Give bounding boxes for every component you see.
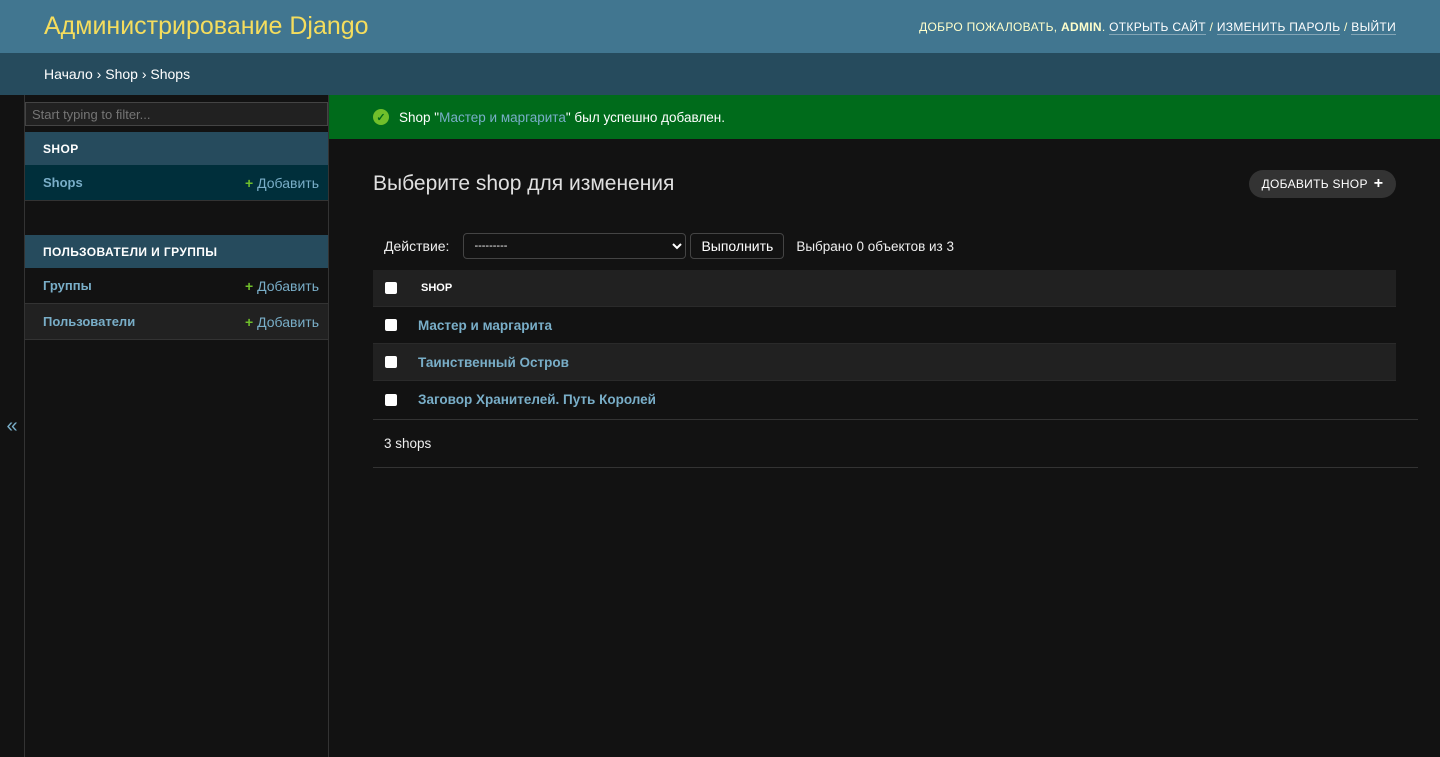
- table-row: Таинственный Остров: [373, 344, 1396, 381]
- add-link[interactable]: + Добавить: [245, 314, 319, 330]
- caption-label: Shop: [43, 141, 79, 156]
- table-row: Заговор Хранителей. Путь Королей: [373, 381, 1396, 418]
- selection-counter: Выбрано 0 объектов из 3: [796, 238, 955, 254]
- username: admin: [1061, 19, 1102, 34]
- site-title[interactable]: Администрирование Django: [44, 12, 369, 41]
- run-action-button[interactable]: Выполнить: [690, 233, 785, 259]
- add-link[interactable]: + Добавить: [245, 175, 319, 191]
- divider: [373, 467, 1418, 468]
- sidebar-item-users[interactable]: Пользователи + Добавить: [25, 304, 328, 340]
- paginator-count: 3 shops: [384, 436, 432, 451]
- sidebar: Shop Shops +Добавить Пользователи и груп…: [25, 95, 329, 757]
- action-select[interactable]: ---------: [463, 233, 687, 259]
- model-link[interactable]: Shops: [43, 175, 83, 190]
- breadcrumb-app[interactable]: Shop: [105, 66, 138, 82]
- column-header-shop[interactable]: Shop: [421, 282, 452, 294]
- check-circle-icon: ✓: [373, 109, 389, 125]
- row-link[interactable]: Таинственный Остров: [418, 355, 569, 370]
- breadcrumb-home[interactable]: Начало: [44, 66, 93, 82]
- sidebar-item-shops[interactable]: Shops + Добавить: [25, 165, 328, 201]
- sidebar-item-groups[interactable]: Группы + Добавить: [25, 268, 328, 304]
- sidebar-toggle-button[interactable]: «: [0, 95, 25, 757]
- message-prefix: Shop ": [399, 109, 440, 125]
- row-link[interactable]: Мастер и маргарита: [418, 318, 552, 333]
- breadcrumb: Начало › Shop › Shops: [0, 53, 1440, 95]
- breadcrumb-current: Shops: [150, 66, 191, 82]
- plus-icon: +: [244, 277, 254, 294]
- add-label: Добавить: [257, 174, 319, 191]
- plus-icon: +: [244, 313, 254, 330]
- view-site-link[interactable]: Открыть сайт: [1109, 19, 1206, 35]
- select-all-checkbox[interactable]: [385, 282, 397, 294]
- welcome-text: Добро пожаловать,: [919, 19, 1058, 34]
- plus-icon: +: [1373, 175, 1384, 192]
- model-link[interactable]: Группы: [43, 278, 92, 293]
- row-link[interactable]: Заговор Хранителей. Путь Королей: [418, 392, 656, 407]
- user-tools: Добро пожаловать, admin. Открыть сайт / …: [919, 19, 1396, 35]
- add-link[interactable]: + Добавить: [245, 278, 319, 294]
- table-row: Мастер и маргарита: [373, 307, 1396, 344]
- action-label: Действие:: [384, 238, 450, 254]
- add-label: Добавить: [257, 313, 319, 330]
- table-header: Shop: [373, 270, 1396, 307]
- model-link[interactable]: Пользователи: [43, 314, 135, 329]
- row-checkbox[interactable]: [385, 393, 397, 406]
- header: Администрирование Django Добро пожаловат…: [0, 0, 1440, 53]
- add-shop-button[interactable]: Добавить shop +: [1249, 170, 1396, 198]
- caption-label: Пользователи и группы: [43, 244, 218, 259]
- app-caption-shop[interactable]: Shop: [25, 132, 328, 165]
- sidebar-filter-input[interactable]: [25, 102, 328, 126]
- add-label: Добавить: [257, 277, 319, 294]
- app-caption-auth[interactable]: Пользователи и группы: [25, 235, 328, 268]
- message-suffix: " был успешно добавлен.: [565, 109, 725, 125]
- row-checkbox[interactable]: [385, 356, 397, 368]
- divider: [373, 419, 1418, 420]
- page-title: Выберите shop для изменения: [373, 172, 675, 195]
- change-password-link[interactable]: Изменить пароль: [1216, 19, 1341, 35]
- success-message: ✓ Shop " Мастер и маргарита " был успешно …: [329, 95, 1440, 139]
- add-shop-label: Добавить shop: [1261, 177, 1368, 191]
- actions-bar: Действие: --------- Выполнить Выбрано 0 …: [384, 233, 954, 259]
- message-object-link[interactable]: Мастер и маргарита: [439, 110, 566, 125]
- logout-link[interactable]: Выйти: [1351, 19, 1396, 35]
- plus-icon: +: [244, 174, 254, 191]
- result-list: Shop Мастер и маргарита Таинственный Ост…: [373, 270, 1396, 418]
- row-checkbox[interactable]: [385, 319, 397, 331]
